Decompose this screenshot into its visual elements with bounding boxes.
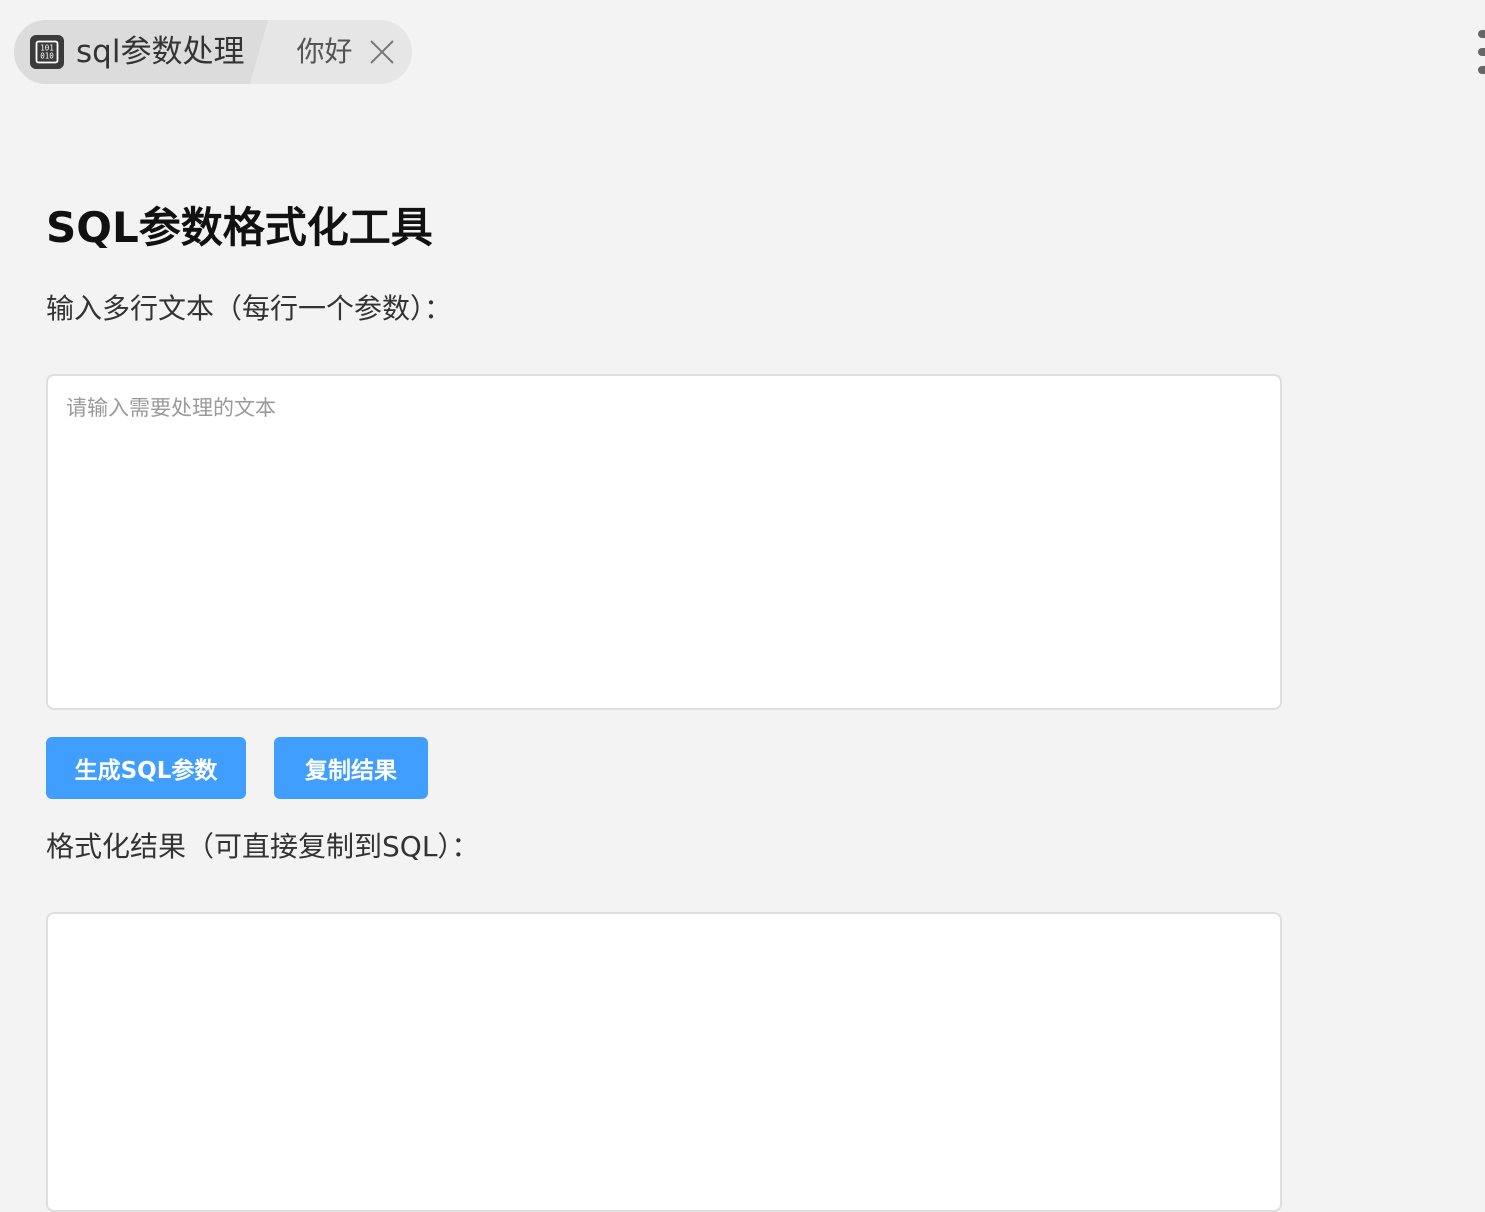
binary-code-icon: 101 010: [30, 35, 64, 69]
output-textarea[interactable]: [46, 912, 1282, 1212]
close-icon[interactable]: [368, 38, 396, 66]
tab-hello[interactable]: 你好: [250, 20, 413, 84]
input-label: 输入多行文本（每行一个参数）：: [46, 292, 453, 325]
input-textarea[interactable]: [46, 374, 1282, 710]
tab-sql-params[interactable]: 101 010 sql参数处理: [14, 20, 281, 84]
more-vertical-icon[interactable]: [1477, 30, 1485, 74]
more-dot: [1478, 48, 1485, 56]
generate-sql-button[interactable]: 生成SQL参数: [46, 737, 246, 799]
tab-strip: 101 010 sql参数处理 你好: [14, 20, 413, 84]
output-label: 格式化结果（可直接复制到SQL）：: [46, 830, 480, 863]
tab-title: sql参数处理: [76, 33, 245, 70]
page-title: SQL参数格式化工具: [46, 203, 433, 252]
more-dot: [1478, 66, 1485, 74]
copy-result-button[interactable]: 复制结果: [274, 737, 428, 799]
tab-hello-label: 你好: [296, 35, 353, 68]
svg-text:010: 010: [40, 52, 54, 61]
more-dot: [1478, 30, 1485, 38]
